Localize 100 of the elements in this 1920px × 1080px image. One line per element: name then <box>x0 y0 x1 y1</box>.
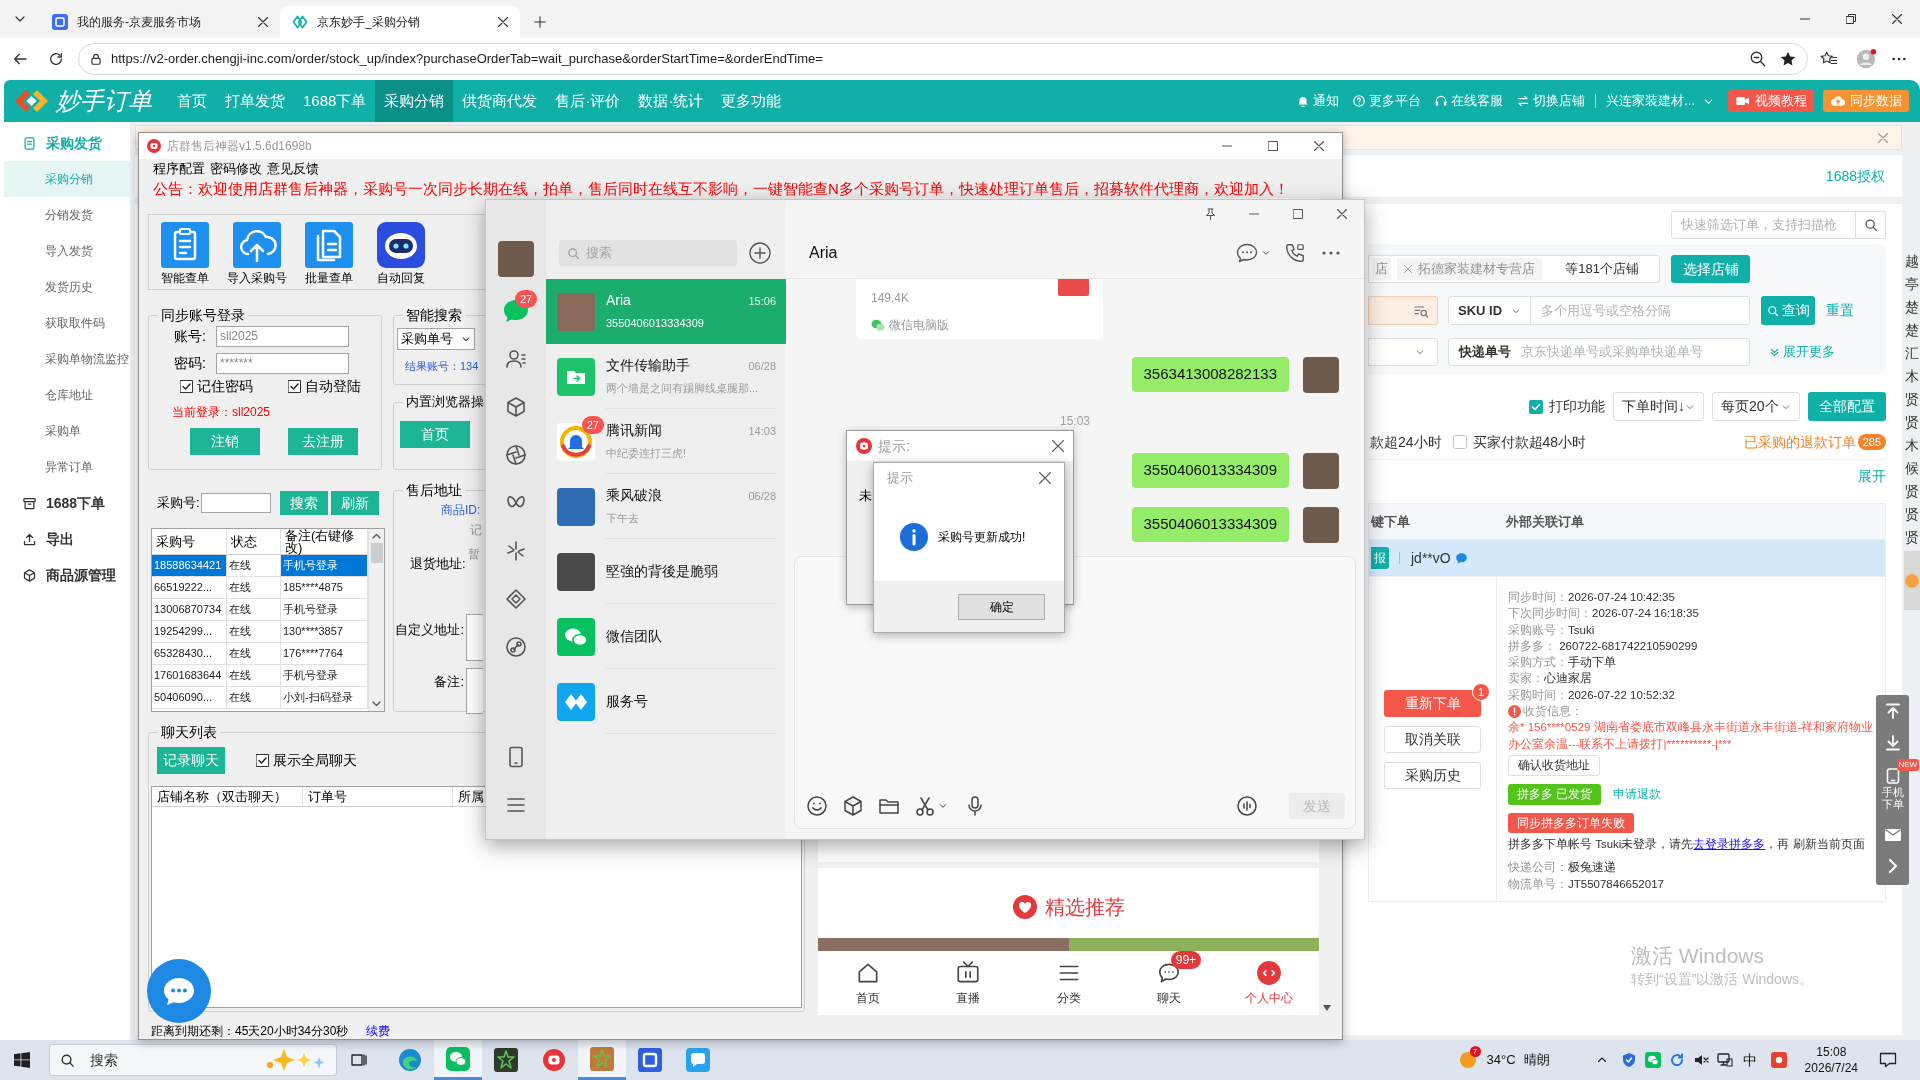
address-text: 记 <box>470 522 482 539</box>
weather-temp: 34°C <box>1486 1051 1516 1070</box>
field-label: 采购号: <box>157 494 200 513</box>
order-detail: 采购账号：Tsuki <box>1508 622 1596 638</box>
table-cell: 176****7764 <box>281 643 368 664</box>
order-detail: 下次同步时间：2026-07-24 16:18:35 <box>1508 606 1700 622</box>
product-id-label: 商品ID: <box>441 502 481 519</box>
address-text: 暂 <box>467 546 480 563</box>
chat-preview: 3550406013334309 <box>606 316 704 332</box>
shipping-label: 收货信息： <box>1523 704 1583 720</box>
table-cell: 18588634421 <box>152 555 227 576</box>
chat-time: 14:03 <box>748 423 776 439</box>
contact-name: Aria <box>809 243 838 263</box>
table-cell: 手机号登录 <box>281 665 368 686</box>
side-text: 贤 <box>1905 505 1919 524</box>
table-cell: 66519222... <box>152 577 227 598</box>
order-detail: 卖家：心迪家居 <box>1508 671 1593 687</box>
order-detail: 快递公司：极兔速递 <box>1508 860 1617 876</box>
app-logo-text: 妙手订单 <box>56 87 152 115</box>
window-title: 店群售后神器v1.5.6d1698b <box>167 138 312 155</box>
order-tag: 报 <box>1371 547 1389 569</box>
table-cell: 65328430... <box>152 643 227 664</box>
side-text: 候 <box>1905 459 1919 478</box>
table-cell: 17601683644 <box>152 665 227 686</box>
file-source: 微信电脑版 <box>889 317 949 334</box>
table-cell: 在线 <box>227 687 281 708</box>
section-title: 精选推荐 <box>1044 895 1125 919</box>
column-header: 店铺名称（双击聊天） <box>157 787 287 806</box>
column-header: 采购号 <box>152 529 227 554</box>
chat-time: 06/28 <box>748 488 776 504</box>
table-cell: 13006870734 <box>152 599 227 620</box>
table-cell: 手机号登录 <box>281 599 368 620</box>
weather-condition: 晴朗 <box>1523 1051 1550 1070</box>
table-cell: 在线 <box>227 643 281 664</box>
chat-name: 堅強的背後是脆弱 <box>606 561 718 581</box>
chat-name: Aria <box>606 291 631 311</box>
notification-badge: 1 <box>1472 682 1490 701</box>
field-label: 账号: <box>173 326 206 346</box>
group-title: 聊天列表 <box>160 725 218 739</box>
message-bubble: 3550406013334309 <box>1131 507 1289 542</box>
result-account: 结果账号：134 <box>405 359 479 374</box>
table-cell: 50406090... <box>152 687 227 708</box>
side-text: 越 <box>1905 252 1919 271</box>
group-title: 同步账号登录 <box>160 308 246 322</box>
dialog-text: 未 <box>859 488 872 503</box>
chat-time: 15:06 <box>748 293 776 309</box>
field-label: 密码: <box>173 353 206 373</box>
error-tag: 同步拼多多订单失败 <box>1508 812 1634 833</box>
group-title: 售后地址 <box>405 483 463 497</box>
message-time: 15:03 <box>1060 415 1090 428</box>
chat-name: 乘风破浪 <box>606 486 662 506</box>
chat-preview: 两个墙是之间有踢脚线桌腿那... <box>606 381 759 397</box>
buyer-name: jd**vO <box>1411 548 1451 568</box>
order-detail: 同步时间：2026-07-24 10:42:35 <box>1508 590 1676 605</box>
chat-time: 06/28 <box>748 358 776 374</box>
expiry-notice: 距离到期还剩：45天20小时34分30秒 续费 <box>151 1024 391 1038</box>
column-header: 状态 <box>227 529 281 554</box>
dialog-message: 采购号更新成功! <box>938 529 1026 546</box>
count-badge: 285 <box>1857 434 1886 450</box>
group-title: 内置浏览器操 <box>405 395 485 409</box>
table-cell: 在线 <box>227 555 281 576</box>
side-text: 贤 <box>1905 413 1919 432</box>
chat-preview: 下午去 <box>606 511 639 527</box>
dialog-title: 提示 <box>887 469 913 488</box>
message-bubble: 3550406013334309 <box>1131 453 1289 488</box>
side-text: 木 <box>1905 436 1919 455</box>
table-cell: 185****4875 <box>281 577 368 598</box>
shipping-address: 余* 156****0529 湖南省娄底市双峰县永丰街道永丰街道-祥和家府物业办公室余温---联系不上请拨打|**********-|*** <box>1508 720 1875 752</box>
activation-title: 激活 Windows <box>1631 943 1766 969</box>
order-detail: 拼多多： 260722-681742210590299 <box>1508 638 1699 654</box>
announcement: 公告：欢迎使用店群售后神器，采购号一次同步长期在线，拍单，售后同时在线互不影响，一键智能查N多个采购号订单，快速处理订单售后，招募软件代理商，欢迎加入！ <box>153 179 1289 198</box>
table-cell: 手机号登录 <box>281 555 368 576</box>
status-tag: 拼多多 已发货 <box>1508 783 1602 805</box>
chat-name: 腾讯新闻 <box>606 421 662 441</box>
shop-tag: 店 <box>1372 258 1391 280</box>
side-text: 贤 <box>1905 390 1919 409</box>
unread-badge: 27 <box>581 415 604 434</box>
message-bubble: 3563413008282133 <box>1131 357 1289 392</box>
column-header: 订单号 <box>308 787 347 806</box>
shop-count: 等181个店铺 <box>1565 260 1639 279</box>
side-text: 楚 <box>1905 321 1919 340</box>
chat-name: 服务号 <box>606 691 648 711</box>
activation-hint: 转到“设置”以激活 Windows。 <box>1631 970 1813 989</box>
new-badge: NEW <box>1896 759 1920 771</box>
order-detail: 采购方式：手动下单 <box>1508 655 1617 671</box>
notification-badge: 7 <box>1469 1046 1481 1057</box>
table-cell: 在线 <box>227 621 281 642</box>
table-cell: 小刘-扫码登录 <box>281 687 368 708</box>
side-text: 木 <box>1905 367 1919 386</box>
group-title: 智能搜索 <box>405 308 463 322</box>
dialog-title: 提示: <box>878 436 910 456</box>
column-header: 外部关联订单 <box>1505 512 1584 531</box>
table-cell: 在线 <box>227 599 281 620</box>
side-text: 亭 <box>1905 275 1919 294</box>
file-size: 149.4K <box>871 290 910 307</box>
field-label: 自定义地址: <box>394 621 464 639</box>
side-text: 汇 <box>1905 344 1919 363</box>
order-detail: 物流单号：JT5507846652017 <box>1508 876 1665 892</box>
filter-label: 款超24小时 <box>1370 432 1442 452</box>
column-header: 键下单 <box>1371 513 1410 529</box>
